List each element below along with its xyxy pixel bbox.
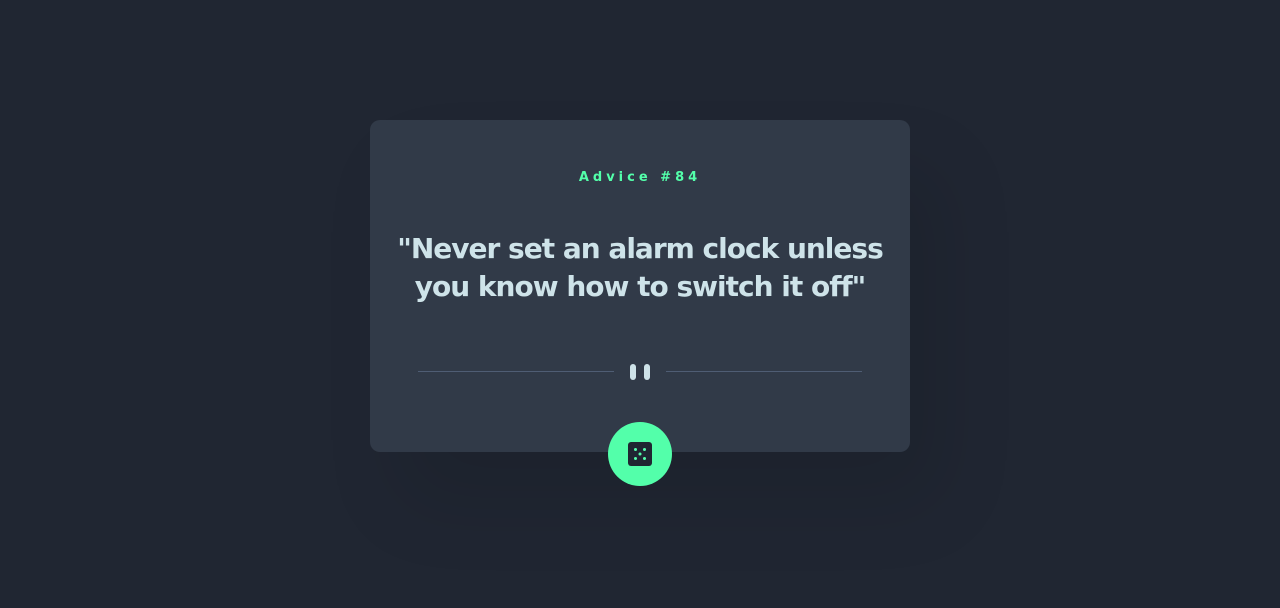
dice-icon: [628, 442, 652, 466]
pattern-divider: [418, 364, 862, 380]
advice-id-label: Advice #84: [578, 170, 702, 185]
pause-icon: [630, 364, 650, 380]
advice-quote: "Never set an alarm clock unless you kno…: [397, 232, 883, 303]
pause-bar-left: [630, 364, 636, 380]
divider-line-left: [418, 371, 614, 372]
divider-line-right: [666, 371, 862, 372]
advice-card: Advice #84 "Never set an alarm clock unl…: [370, 120, 910, 452]
pause-bar-right: [644, 364, 650, 380]
generate-advice-button[interactable]: [608, 422, 672, 486]
